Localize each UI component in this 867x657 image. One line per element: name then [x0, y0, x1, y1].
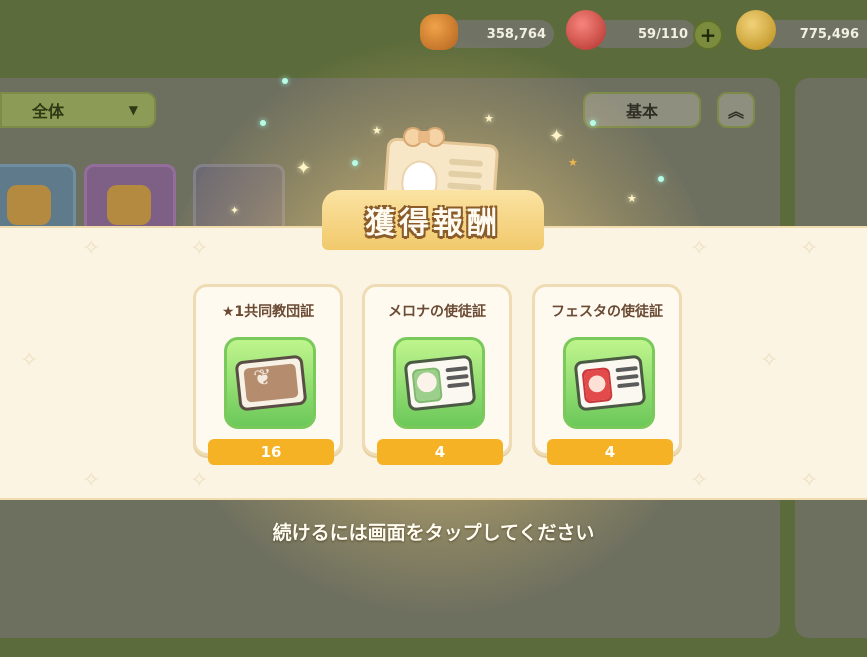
- reward-item-name: フェスタの使徒証: [551, 303, 663, 320]
- reward-item[interactable]: フェスタの使徒証 4: [532, 284, 682, 465]
- add-stamina-button[interactable]: +: [693, 20, 723, 50]
- melona-card-icon: [393, 337, 485, 429]
- sparkle-decoration-icon: ✧: [20, 348, 39, 373]
- reward-item-quantity: 4: [377, 439, 503, 465]
- particle-dot: [590, 120, 596, 126]
- sparkle-decoration-icon: ✧: [690, 236, 709, 261]
- sparkle-icon: ✦: [549, 126, 565, 147]
- sprout-card-icon: ❦: [224, 337, 316, 429]
- reward-item[interactable]: ★1共同教団証 ❦ 16: [193, 284, 343, 465]
- particle-dot: [658, 176, 664, 182]
- sparkle-icon: ★: [627, 192, 637, 205]
- collapse-button[interactable]: ︽: [717, 92, 755, 128]
- background-item-card: [0, 164, 76, 234]
- reward-item-name: ★1共同教団証: [221, 303, 315, 320]
- sparkle-icon: ★: [484, 112, 494, 125]
- festa-card-icon: [563, 337, 655, 429]
- background-item-card: [84, 164, 176, 234]
- sparkle-decoration-icon: ✧: [190, 468, 209, 493]
- reward-item-name: メロナの使徒証: [388, 303, 486, 320]
- sparkle-icon: ✦: [230, 204, 240, 217]
- gold-leaf-coin-icon: [736, 10, 776, 50]
- sparkle-decoration-icon: ✧: [82, 468, 101, 493]
- sparkle-decoration-icon: ✧: [800, 236, 819, 261]
- sparkle-decoration-icon: ✧: [82, 236, 101, 261]
- currency-stamina: 59/110: [590, 20, 696, 48]
- red-candy-icon: [566, 10, 606, 50]
- currency-gold: 775,496: [760, 20, 867, 48]
- chevron-down-icon: ▼: [128, 103, 138, 117]
- sparkle-decoration-icon: ✧: [800, 468, 819, 493]
- sparkle-decoration-icon: ✧: [690, 468, 709, 493]
- filter-dropdown-value: 全体: [32, 102, 65, 121]
- sparkle-icon: ★: [568, 156, 578, 169]
- currency-coins-value: 358,764: [486, 26, 546, 42]
- filter-dropdown[interactable]: 全体 ▼: [0, 92, 156, 128]
- reward-item-quantity: 16: [208, 439, 334, 465]
- sparkle-icon: ★: [372, 124, 382, 137]
- sparkle-decoration-icon: ✧: [760, 348, 779, 373]
- particle-dot: [282, 78, 288, 84]
- particle-dot: [352, 160, 358, 166]
- sparkle-icon: ✦: [296, 158, 312, 179]
- currency-stamina-value: 59/110: [638, 26, 688, 42]
- currency-gold-value: 775,496: [799, 26, 859, 42]
- tap-to-continue-prompt[interactable]: 続けるには画面をタップしてください: [0, 518, 867, 545]
- reward-item-quantity: 4: [547, 439, 673, 465]
- reward-title: 獲得報酬: [365, 206, 501, 241]
- sparkle-decoration-icon: ✧: [190, 236, 209, 261]
- reward-title-banner: 獲得報酬: [322, 190, 544, 250]
- particle-dot: [260, 120, 266, 126]
- reward-item[interactable]: メロナの使徒証 4: [362, 284, 512, 465]
